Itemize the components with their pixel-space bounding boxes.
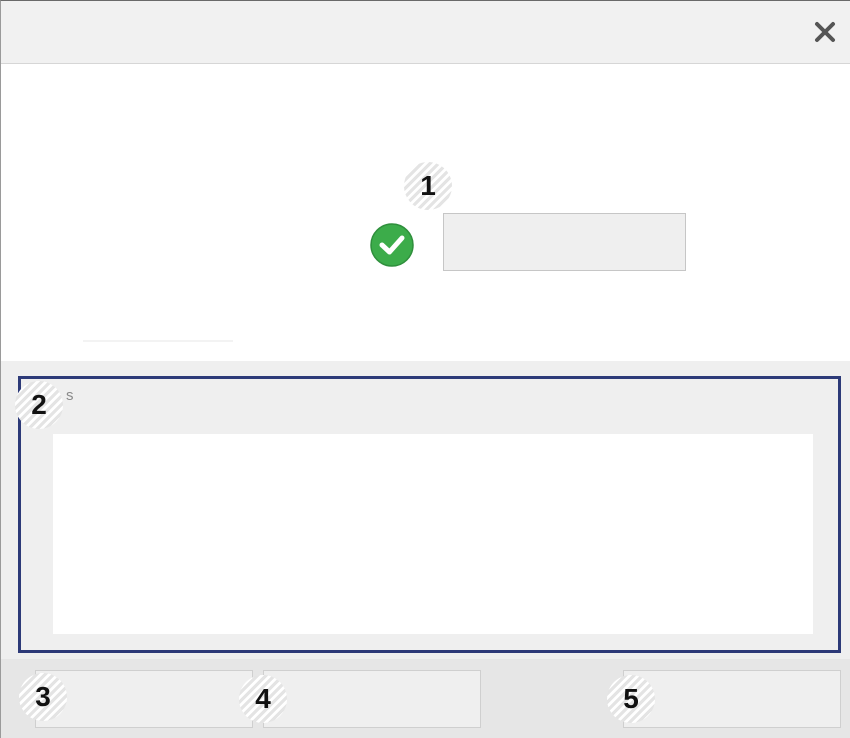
- group-label: s: [66, 387, 74, 404]
- details-group: s: [18, 376, 841, 653]
- status-area: [1, 64, 850, 361]
- callout-1: 1: [404, 162, 452, 210]
- callout-5: 5: [607, 675, 655, 723]
- callout-2: 2: [15, 381, 63, 429]
- callout-4: 4: [239, 675, 287, 723]
- close-icon: [815, 22, 835, 42]
- button-5[interactable]: [623, 670, 841, 728]
- dialog-window: 1 s 2 3 4 5: [0, 0, 850, 738]
- button-3[interactable]: [35, 670, 253, 728]
- divider: [83, 340, 233, 342]
- details-text-area[interactable]: [53, 434, 813, 634]
- close-button[interactable]: [810, 17, 840, 47]
- title-bar[interactable]: [1, 1, 850, 64]
- callout-3: 3: [19, 673, 67, 721]
- check-circle-icon: [370, 223, 414, 267]
- button-4[interactable]: [263, 670, 481, 728]
- status-field[interactable]: [443, 213, 686, 271]
